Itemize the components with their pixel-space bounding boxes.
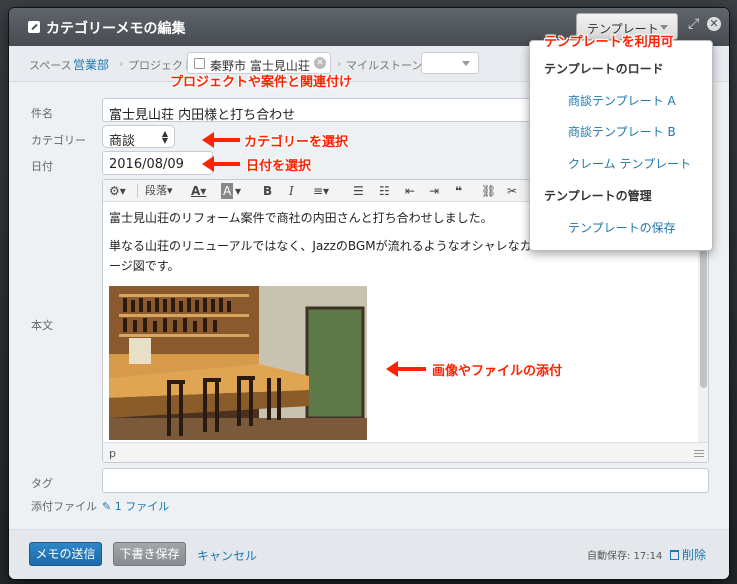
category-select[interactable]: 商談 ▲ ▼: [102, 125, 175, 149]
scrollbar-thumb[interactable]: [700, 242, 707, 388]
category-value: 商談: [109, 134, 136, 149]
body-paragraph-1: 富士見山荘のリフォーム案件で商社の内田さんと打ち合わせしました。: [109, 211, 493, 225]
annotation-project: プロジェクトや案件と関連付け: [170, 75, 353, 90]
format-select[interactable]: 段落▾: [145, 183, 173, 199]
edit-icon: [28, 21, 40, 33]
milestone-label: マイルストーン: [346, 59, 423, 72]
autosave-status: 自動保存: 17:14: [587, 551, 663, 562]
subject-label: 件名: [31, 107, 53, 120]
chevron-down-icon[interactable]: ▾: [235, 183, 241, 199]
date-input[interactable]: 2016/08/09: [102, 151, 213, 175]
highlight-color-icon[interactable]: A: [221, 183, 234, 199]
paperclip-icon: ✎: [102, 500, 112, 513]
toolbar-divider: [137, 184, 138, 198]
project-icon: [194, 58, 205, 69]
bullet-list-icon[interactable]: ☰: [353, 183, 364, 199]
settings-icon[interactable]: ⚙▾: [109, 183, 126, 199]
indent-icon[interactable]: ⇥: [429, 183, 439, 199]
delete-link[interactable]: 削除: [670, 546, 706, 563]
quote-icon[interactable]: ❝: [455, 183, 462, 199]
attached-bar-photo[interactable]: [109, 286, 367, 440]
date-label: 日付: [31, 160, 53, 173]
tag-input[interactable]: [102, 468, 709, 493]
template-load-header: テンプレートのロード: [544, 62, 664, 76]
body-label: 本文: [31, 319, 53, 332]
close-icon[interactable]: ✕: [707, 17, 721, 31]
element-path: p: [109, 447, 116, 460]
annotation-arrow: [202, 132, 240, 148]
space-link[interactable]: 営業部: [73, 56, 109, 73]
bold-icon[interactable]: B: [263, 183, 272, 199]
milestone-select[interactable]: [421, 52, 479, 74]
italic-icon[interactable]: I: [289, 183, 294, 199]
annotation-arrow: [202, 156, 240, 172]
template-save-item[interactable]: テンプレートの保存: [568, 219, 676, 236]
space-label: スペース: [29, 59, 72, 72]
chevron-down-icon: [660, 25, 668, 30]
align-icon[interactable]: ≡▾: [313, 183, 329, 199]
text-color-icon[interactable]: A▾: [191, 183, 206, 199]
numbered-list-icon[interactable]: ☷: [379, 183, 390, 199]
dialog-title: カテゴリーメモの編集: [46, 21, 186, 37]
subject-input[interactable]: 富士見山荘 内田様と打ち合わせ: [102, 98, 542, 123]
subject-value: 富士見山荘 内田様と打ち合わせ: [109, 108, 296, 123]
attachment-label: 添付ファイル: [31, 500, 97, 513]
template-menu-item[interactable]: クレーム テンプレート: [568, 155, 691, 172]
editor-statusbar: p: [103, 442, 708, 462]
template-menu: テンプレートのロード 商談テンプレート A 商談テンプレート B クレーム テン…: [529, 40, 713, 251]
chevron-down-icon: [462, 61, 470, 66]
breadcrumb-separator: ›: [337, 57, 342, 70]
annotation-image: 画像やファイルの添付: [432, 364, 563, 379]
link-icon[interactable]: ⛓: [481, 183, 496, 199]
cancel-link[interactable]: キャンセル: [197, 547, 257, 564]
save-draft-button[interactable]: 下書き保存: [113, 542, 186, 566]
date-value: 2016/08/09: [109, 157, 184, 172]
select-arrows-icon: ▲ ▼: [161, 129, 168, 145]
annotation-date: 日付を選択: [246, 159, 312, 174]
send-memo-button[interactable]: メモの送信: [29, 542, 102, 566]
unlink-icon[interactable]: ✂: [507, 183, 517, 199]
body-paragraph-2-continued: ージ図です。: [109, 259, 180, 273]
attachment-count: 1 ファイル: [114, 500, 170, 513]
delete-label: 削除: [682, 548, 707, 562]
outdent-icon[interactable]: ⇤: [405, 183, 415, 199]
template-menu-item[interactable]: 商談テンプレート A: [568, 92, 676, 109]
format-label: 段落: [145, 184, 167, 197]
annotation-category: カテゴリーを選択: [244, 135, 349, 150]
trash-icon: [670, 550, 679, 560]
expand-icon[interactable]: ⤢: [688, 17, 702, 31]
attachment-link[interactable]: ✎ 1 ファイル: [102, 498, 169, 514]
annotation-arrow: [386, 361, 426, 377]
template-menu-item[interactable]: 商談テンプレート B: [568, 123, 676, 140]
dialog-footer: メモの送信 下書き保存 キャンセル 自動保存: 17:14 削除: [9, 529, 729, 579]
template-manage-header: テンプレートの管理: [544, 189, 652, 203]
category-label: カテゴリー: [31, 134, 86, 147]
tag-label: タグ: [31, 477, 53, 490]
body-paragraph-2: 単なる山荘のリニューアルではなく、JazzのBGMが流れるようなオシャレなカ: [109, 239, 532, 253]
resize-handle-icon[interactable]: [694, 450, 704, 457]
annotation-template: テンプレートを利用可: [544, 35, 674, 50]
breadcrumb-separator: ›: [119, 57, 124, 70]
remove-icon[interactable]: ✕: [314, 57, 326, 69]
